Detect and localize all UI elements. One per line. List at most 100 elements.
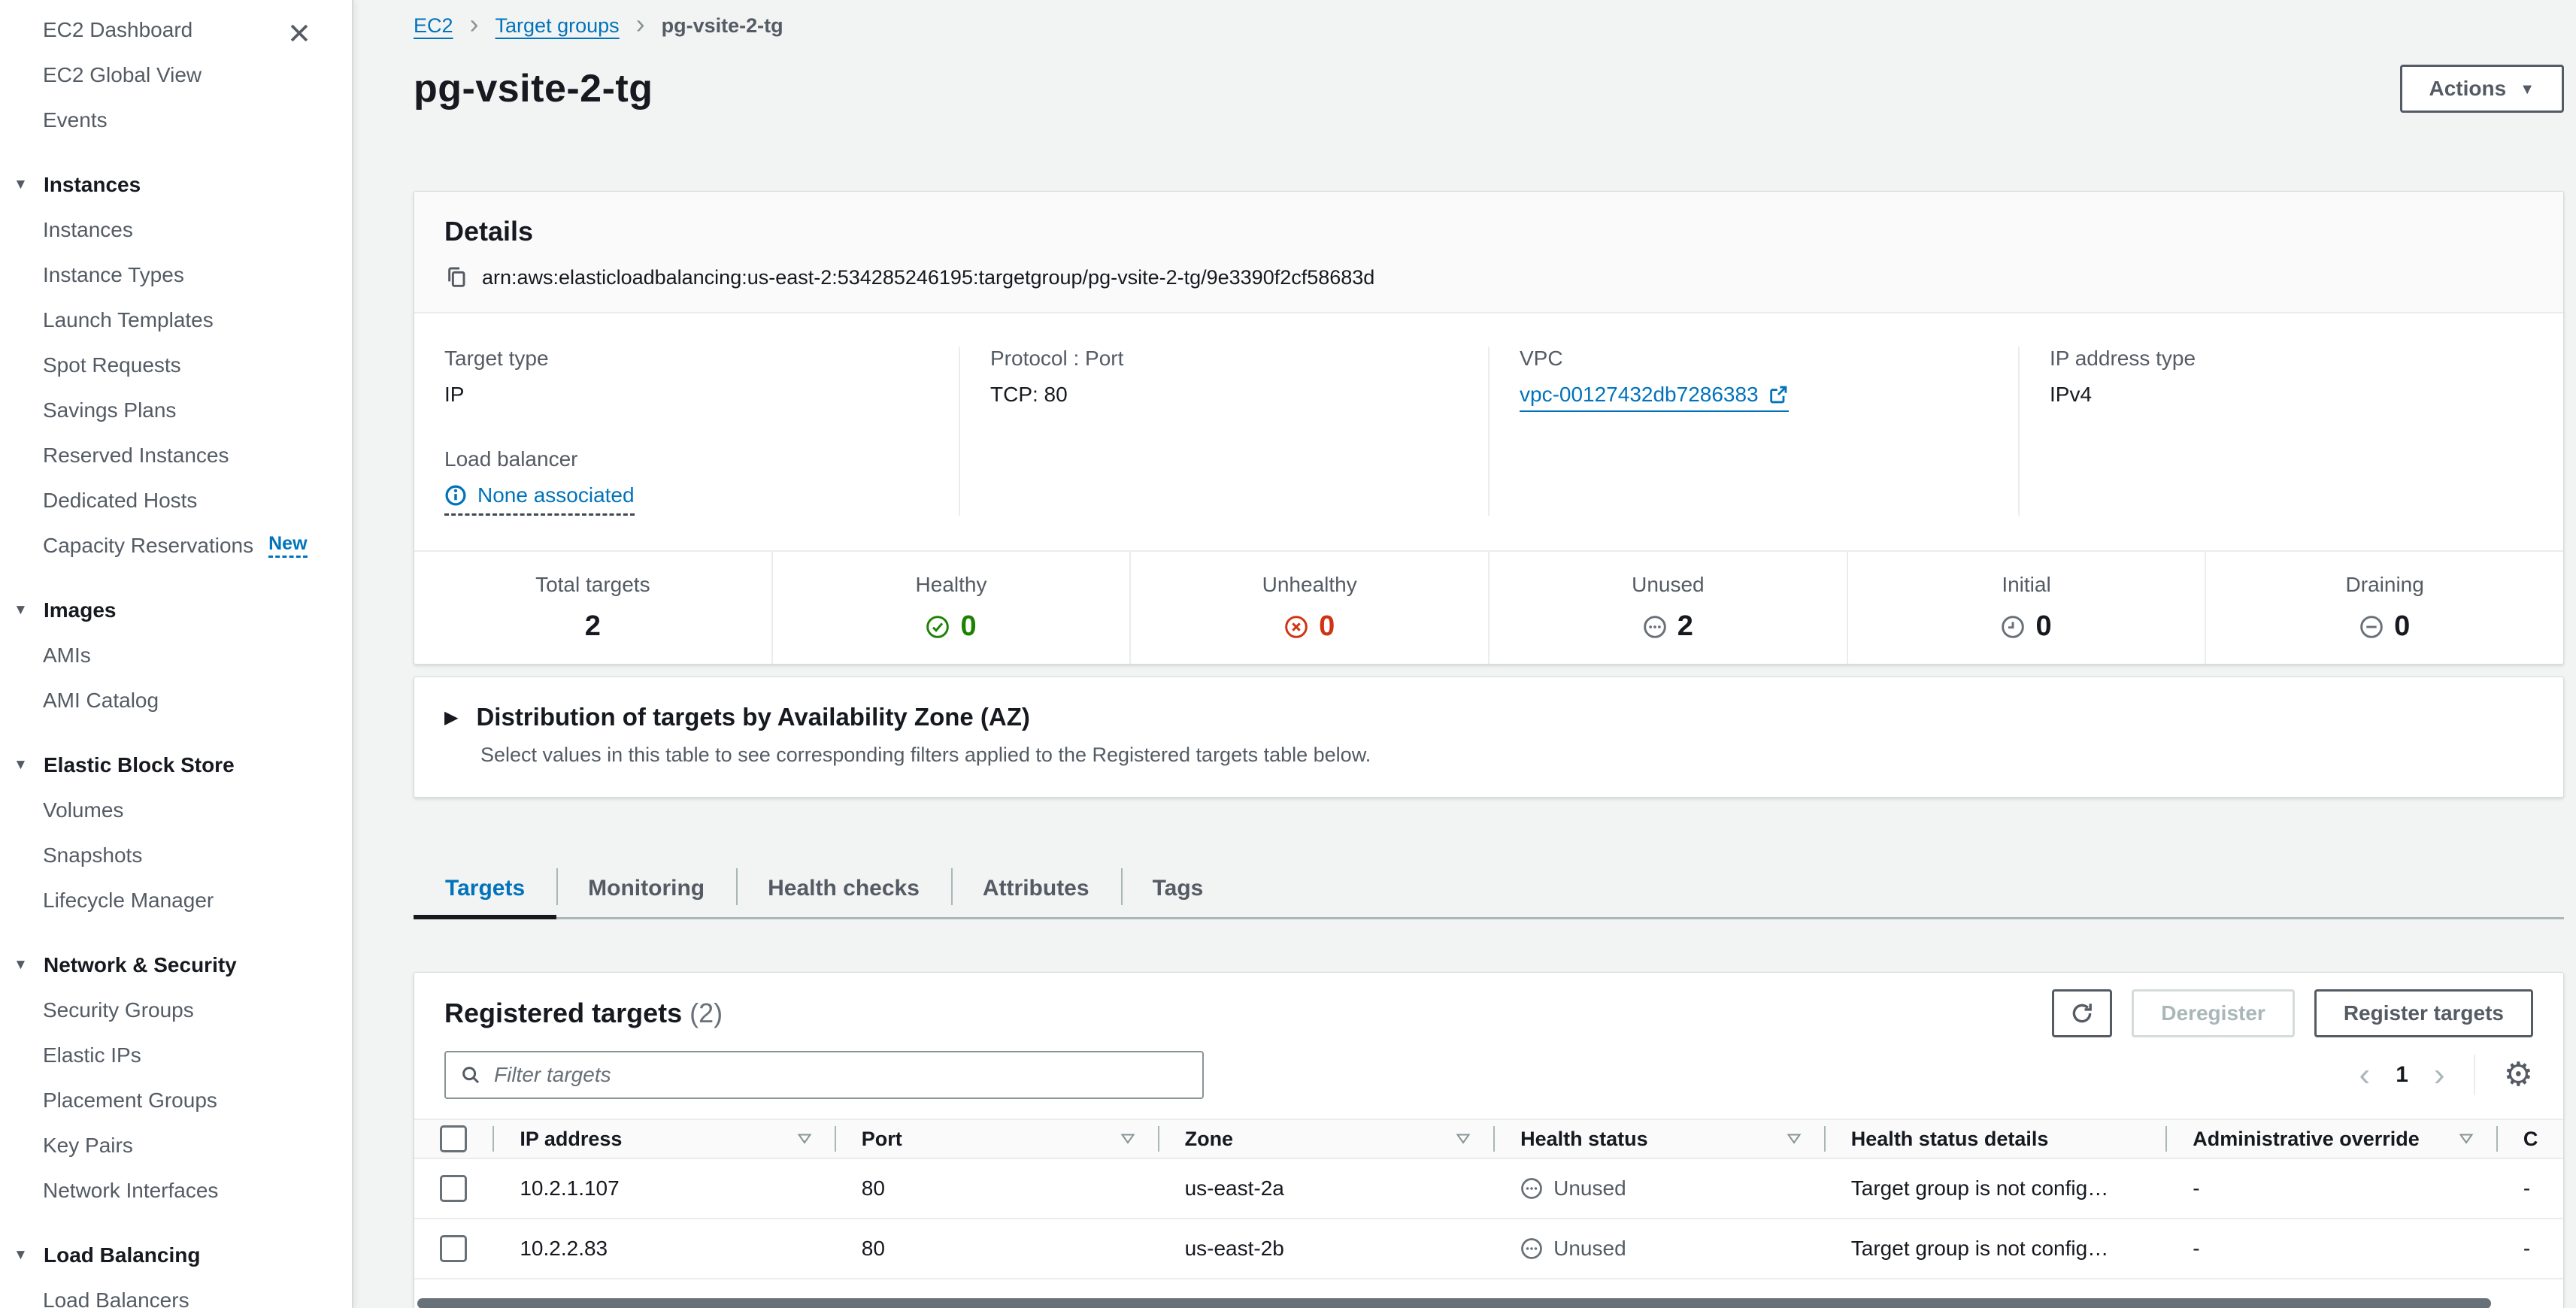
sidebar-item-volumes[interactable]: Volumes xyxy=(0,788,352,833)
breadcrumb-link-ec2[interactable]: EC2 xyxy=(414,14,453,38)
column-header-clipped[interactable]: C xyxy=(2496,1120,2563,1158)
sidebar-item-label: Launch Templates xyxy=(43,308,214,332)
az-distribution-expander[interactable]: ▶ Distribution of targets by Availabilit… xyxy=(444,703,2533,731)
sidebar-item-label: Reserved Instances xyxy=(43,444,229,468)
field-label: Protocol : Port xyxy=(990,347,1458,371)
load-balancer-none-associated-link[interactable]: None associated xyxy=(444,483,635,516)
horizontal-scrollbar-thumb[interactable] xyxy=(417,1298,2491,1308)
chevron-right-icon: › xyxy=(470,11,479,38)
target-group-arn: arn:aws:elasticloadbalancing:us-east-2:5… xyxy=(482,266,1374,289)
registered-targets-title: Registered targets xyxy=(444,998,682,1028)
details-column-1: Target type IP Load balancer None associ… xyxy=(414,347,959,516)
cell-clipped: - xyxy=(2496,1159,2563,1218)
sidebar-item-capacity-reservations[interactable]: Capacity Reservations New xyxy=(0,523,352,568)
sidebar-item-instances[interactable]: Instances xyxy=(0,207,352,253)
register-targets-button[interactable]: Register targets xyxy=(2314,989,2533,1037)
sort-icon[interactable] xyxy=(796,1130,814,1148)
sidebar-item-savings-plans[interactable]: Savings Plans xyxy=(0,388,352,433)
column-label: Health status details xyxy=(1851,1128,2049,1151)
sidebar-section-header-load-balancing[interactable]: ▼ Load Balancing xyxy=(0,1233,352,1278)
previous-page-button[interactable]: ‹ xyxy=(2359,1058,2371,1092)
sidebar-item-key-pairs[interactable]: Key Pairs xyxy=(0,1123,352,1168)
sidebar-item-ami-catalog[interactable]: AMI Catalog xyxy=(0,678,352,723)
column-header-zone[interactable]: Zone xyxy=(1158,1120,1494,1158)
sidebar-item-label: Savings Plans xyxy=(43,398,176,422)
breadcrumb-link-target-groups[interactable]: Target groups xyxy=(496,14,620,38)
table-row: 10.2.1.107 80 us-east-2a Unused Target g… xyxy=(414,1159,2563,1219)
next-page-button[interactable]: › xyxy=(2434,1058,2445,1092)
deregister-button[interactable]: Deregister xyxy=(2132,989,2295,1037)
actions-button[interactable]: Actions ▼ xyxy=(2400,65,2564,113)
tab-targets[interactable]: Targets xyxy=(414,859,556,917)
sidebar-item-events[interactable]: Events xyxy=(0,98,352,143)
field-vpc: VPC vpc-00127432db7286383 xyxy=(1520,347,1988,412)
filter-targets-input[interactable] xyxy=(494,1063,1189,1087)
cell-health-status: Unused xyxy=(1493,1219,1824,1278)
sidebar-section-load-balancing: ▼ Load Balancing Load Balancers xyxy=(0,1233,352,1308)
tab-tags[interactable]: Tags xyxy=(1121,859,1235,917)
sidebar-section-header-instances[interactable]: ▼ Instances xyxy=(0,162,352,207)
current-page-number: 1 xyxy=(2396,1062,2408,1088)
details-fields: Target type IP Load balancer None associ… xyxy=(414,313,2563,550)
details-card-header: Details arn:aws:elasticloadbalancing:us-… xyxy=(414,192,2563,313)
cell-administrative-override: - xyxy=(2165,1219,2496,1278)
cell-health-status: Unused xyxy=(1493,1159,1824,1218)
sidebar-item-reserved-instances[interactable]: Reserved Instances xyxy=(0,433,352,478)
sidebar-item-ec2-global-view[interactable]: EC2 Global View xyxy=(0,53,352,98)
copy-icon[interactable] xyxy=(444,265,468,289)
sort-icon[interactable] xyxy=(1785,1130,1803,1148)
sidebar-item-network-interfaces[interactable]: Network Interfaces xyxy=(0,1168,352,1213)
sidebar-item-instance-types[interactable]: Instance Types xyxy=(0,253,352,298)
field-label: Load balancer xyxy=(444,447,929,471)
tab-health-checks[interactable]: Health checks xyxy=(736,859,951,917)
row-checkbox[interactable] xyxy=(440,1235,467,1262)
tab-attributes[interactable]: Attributes xyxy=(951,859,1121,917)
column-header-health-status[interactable]: Health status xyxy=(1493,1120,1824,1158)
details-column-3: VPC vpc-00127432db7286383 xyxy=(1488,347,2018,516)
sidebar-item-lifecycle-manager[interactable]: Lifecycle Manager xyxy=(0,878,352,923)
tab-label: Monitoring xyxy=(588,876,705,901)
column-header-ip-address[interactable]: IP address xyxy=(492,1120,834,1158)
sidebar-item-dedicated-hosts[interactable]: Dedicated Hosts xyxy=(0,478,352,523)
select-all-checkbox[interactable] xyxy=(440,1125,467,1152)
sidebar-item-elastic-ips[interactable]: Elastic IPs xyxy=(0,1033,352,1078)
summary-unhealthy: Unhealthy 0 xyxy=(1129,552,1488,664)
sidebar-item-label: Dedicated Hosts xyxy=(43,489,197,513)
sidebar-section-header-network-security[interactable]: ▼ Network & Security xyxy=(0,943,352,988)
tab-monitoring[interactable]: Monitoring xyxy=(556,859,736,917)
cell-administrative-override: - xyxy=(2165,1159,2496,1218)
field-ip-address-type: IP address type IPv4 xyxy=(2050,347,2533,407)
sidebar-item-label: EC2 Global View xyxy=(43,63,202,87)
refresh-button[interactable] xyxy=(2052,989,2112,1037)
arn-row: arn:aws:elasticloadbalancing:us-east-2:5… xyxy=(444,265,2533,289)
sidebar-item-amis[interactable]: AMIs xyxy=(0,633,352,678)
column-header-health-status-details[interactable]: Health status details xyxy=(1824,1120,2165,1158)
row-checkbox[interactable] xyxy=(440,1175,467,1202)
close-icon xyxy=(286,20,312,46)
registered-targets-count: (2) xyxy=(689,998,723,1028)
sidebar-item-placement-groups[interactable]: Placement Groups xyxy=(0,1078,352,1123)
vpc-link[interactable]: vpc-00127432db7286383 xyxy=(1520,383,1789,412)
sidebar-section-header-ebs[interactable]: ▼ Elastic Block Store xyxy=(0,743,352,788)
sidebar-item-snapshots[interactable]: Snapshots xyxy=(0,833,352,878)
section-title: Elastic Block Store xyxy=(44,753,235,777)
sidebar-item-security-groups[interactable]: Security Groups xyxy=(0,988,352,1033)
sort-icon[interactable] xyxy=(2457,1130,2475,1148)
cell-zone: us-east-2a xyxy=(1158,1159,1494,1218)
sidebar-section-header-images[interactable]: ▼ Images xyxy=(0,588,352,633)
column-header-administrative-override[interactable]: Administrative override xyxy=(2165,1120,2496,1158)
sort-icon[interactable] xyxy=(1119,1130,1137,1148)
sidebar-close-button[interactable] xyxy=(284,18,314,48)
table-settings-button[interactable]: ⚙ xyxy=(2504,1058,2533,1092)
sidebar-item-label: AMI Catalog xyxy=(43,689,159,713)
column-header-port[interactable]: Port xyxy=(835,1120,1158,1158)
sidebar-item-load-balancers[interactable]: Load Balancers xyxy=(0,1278,352,1308)
summary-label: Draining xyxy=(2206,573,2563,597)
column-label: C xyxy=(2523,1128,2538,1151)
sidebar-item-label: Volumes xyxy=(43,798,123,822)
sort-icon[interactable] xyxy=(1454,1130,1472,1148)
sidebar-item-launch-templates[interactable]: Launch Templates xyxy=(0,298,352,343)
new-badge[interactable]: New xyxy=(268,534,307,559)
cell-port: 80 xyxy=(835,1219,1158,1278)
sidebar-item-spot-requests[interactable]: Spot Requests xyxy=(0,343,352,388)
